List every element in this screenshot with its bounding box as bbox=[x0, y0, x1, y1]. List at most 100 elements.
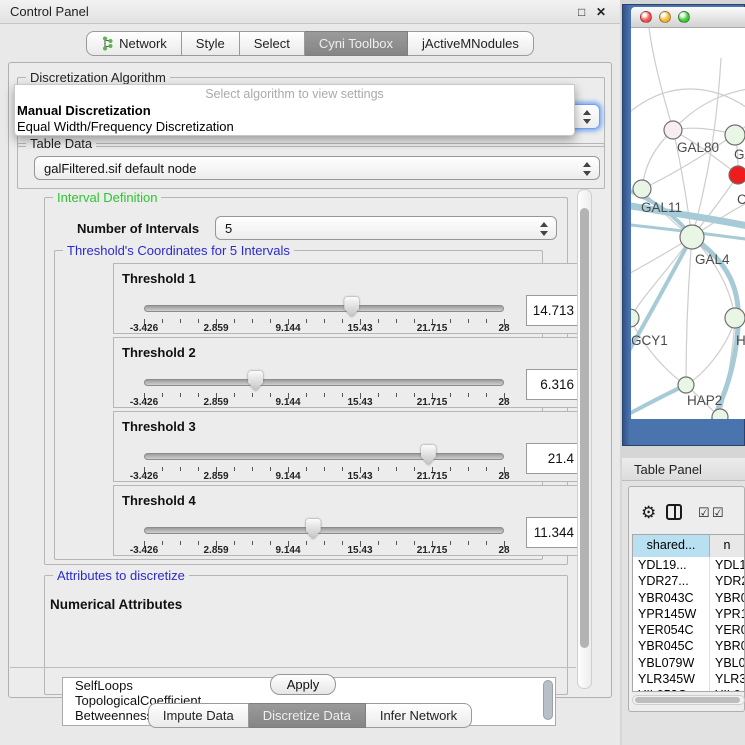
network-edge[interactable] bbox=[673, 88, 745, 130]
threshold-value-field[interactable]: 6.316 bbox=[526, 369, 580, 400]
slider-tick-label: 28 bbox=[479, 545, 529, 556]
tab-infer-network[interactable]: Infer Network bbox=[366, 703, 472, 728]
slider-tick-label: 21.715 bbox=[407, 323, 457, 334]
scrollbar-thumb[interactable] bbox=[635, 697, 740, 703]
slider-thumb[interactable] bbox=[248, 371, 263, 391]
table-row[interactable]: YLR345WYLR3 bbox=[633, 671, 744, 687]
mac-minimize-icon[interactable] bbox=[659, 11, 671, 23]
slider-tick bbox=[468, 319, 469, 323]
gear-icon[interactable]: ⚙ bbox=[641, 503, 656, 523]
table-row[interactable]: YDR27...YDR2 bbox=[633, 573, 744, 589]
slider-thumb[interactable] bbox=[306, 519, 321, 539]
table-row[interactable]: YDL19...YDL1 bbox=[633, 557, 744, 573]
table-row[interactable]: YBR045CYBR0 bbox=[633, 638, 744, 654]
apply-button[interactable]: Apply bbox=[270, 674, 336, 695]
control-panel: Control Panel □ ✕ NetworkStyleSelectCyni… bbox=[0, 0, 620, 745]
tab-style[interactable]: Style bbox=[182, 31, 240, 56]
node-label: HAP2 bbox=[687, 393, 722, 408]
slider-tick bbox=[324, 393, 325, 397]
mac-close-icon[interactable] bbox=[640, 11, 652, 23]
network-node[interactable] bbox=[678, 377, 694, 393]
main-vertical-scrollbar[interactable] bbox=[577, 189, 592, 689]
checkbox-icon[interactable]: ☑ bbox=[698, 505, 710, 521]
column-header-2[interactable]: n bbox=[710, 535, 744, 557]
num-intervals-combo[interactable]: 5 bbox=[215, 216, 557, 240]
slider-tick bbox=[252, 467, 253, 471]
network-node[interactable] bbox=[633, 180, 651, 198]
threshold-value-field[interactable]: 14.713 bbox=[526, 295, 580, 326]
tab-label: Select bbox=[254, 32, 290, 56]
slider-tick-label: 9.144 bbox=[263, 545, 313, 556]
table-data-combo[interactable]: galFiltered.sif default node bbox=[34, 156, 600, 180]
slider-track[interactable] bbox=[144, 379, 504, 386]
table-cell: YDR27... bbox=[633, 573, 710, 589]
slider-tick bbox=[324, 541, 325, 545]
node-label: H bbox=[736, 333, 745, 348]
slider-tick bbox=[252, 319, 253, 323]
slider-tick-label: -3.426 bbox=[119, 471, 169, 482]
table-row[interactable]: YER054CYER0 bbox=[633, 622, 744, 638]
threshold-panel-4: Threshold 4-3.4262.8599.14415.4321.71528… bbox=[113, 485, 590, 556]
scrollbar-thumb[interactable] bbox=[580, 208, 589, 648]
tab-label: Style bbox=[196, 32, 225, 56]
slider-tick-label: 21.715 bbox=[407, 545, 457, 556]
threshold-value-field[interactable]: 21.4 bbox=[526, 443, 580, 474]
apply-bar: Apply bbox=[10, 667, 576, 698]
table-row[interactable]: YIL052CYIL0 bbox=[633, 687, 744, 692]
table-horizontal-scrollbar[interactable] bbox=[632, 695, 745, 705]
slider-track[interactable] bbox=[144, 527, 504, 534]
network-edge[interactable] bbox=[631, 237, 692, 318]
table-cell: YIL0 bbox=[710, 687, 744, 692]
table-row[interactable]: YBR043CYBR0 bbox=[633, 590, 744, 606]
network-node[interactable] bbox=[631, 309, 639, 327]
table-row[interactable]: YPR145WYPR1 bbox=[633, 606, 744, 622]
node-table[interactable]: shared...n YDL19...YDL1YDR27...YDR2YBR04… bbox=[632, 534, 745, 692]
node-label: GCY1 bbox=[631, 333, 668, 348]
tab-discretize-data[interactable]: Discretize Data bbox=[249, 703, 366, 728]
slider-tick bbox=[468, 541, 469, 545]
slider-thumb[interactable] bbox=[421, 445, 436, 465]
tab-select[interactable]: Select bbox=[240, 31, 305, 56]
slider-thumb[interactable] bbox=[344, 297, 359, 317]
slider-track[interactable] bbox=[144, 305, 504, 312]
network-canvas[interactable]: GAL80GACGAL11GAL4GCY1HHAP2 bbox=[631, 28, 745, 419]
tab-jactivemnodules[interactable]: jActiveMNodules bbox=[408, 31, 534, 56]
table-cell: YBR043C bbox=[633, 590, 710, 606]
network-edge[interactable] bbox=[642, 130, 673, 189]
table-cell: YIL052C bbox=[633, 687, 710, 692]
slider-tick bbox=[468, 393, 469, 397]
dropdown-item-equal-width-frequency-discretization[interactable]: Equal Width/Frequency Discretization bbox=[15, 119, 574, 135]
threshold-panel-2: Threshold 2-3.4262.8599.14415.4321.71528… bbox=[113, 337, 590, 408]
network-edge[interactable] bbox=[649, 28, 673, 130]
network-node[interactable] bbox=[712, 409, 728, 419]
float-window-icon[interactable]: □ bbox=[578, 5, 585, 19]
network-edge[interactable] bbox=[686, 237, 692, 385]
mac-zoom-icon[interactable] bbox=[678, 11, 690, 23]
num-intervals-label: Number of Intervals bbox=[77, 221, 199, 236]
slider-tick-label: -3.426 bbox=[119, 323, 169, 334]
network-node[interactable] bbox=[725, 308, 745, 328]
slider-tick bbox=[252, 393, 253, 397]
threshold-value-field[interactable]: 11.344 bbox=[526, 517, 580, 548]
tab-network[interactable]: Network bbox=[86, 31, 182, 56]
dropdown-item-manual-discretization[interactable]: Manual Discretization bbox=[15, 103, 574, 119]
column-header-1[interactable]: shared... bbox=[633, 535, 710, 557]
table-row[interactable]: YBL079WYBL0 bbox=[633, 655, 744, 671]
close-panel-icon[interactable]: ✕ bbox=[596, 5, 606, 19]
slider-track[interactable] bbox=[144, 453, 504, 460]
network-node[interactable] bbox=[725, 125, 745, 145]
network-node[interactable] bbox=[664, 121, 682, 139]
tab-label: Impute Data bbox=[163, 704, 234, 728]
network-edge[interactable] bbox=[631, 318, 686, 385]
checkbox-icon[interactable]: ☑ bbox=[712, 505, 724, 521]
network-window-titlebar[interactable] bbox=[631, 7, 745, 28]
split-columns-icon[interactable] bbox=[666, 504, 682, 520]
algorithm-dropdown-popup: Select algorithm to view settings Manual… bbox=[14, 84, 575, 136]
network-icon bbox=[101, 36, 114, 51]
tab-cyni-toolbox[interactable]: Cyni Toolbox bbox=[305, 31, 408, 56]
tab-impute-data[interactable]: Impute Data bbox=[148, 703, 249, 728]
network-edge-highlight[interactable] bbox=[631, 385, 686, 418]
combo-spinner-icon bbox=[583, 161, 592, 177]
network-node[interactable] bbox=[729, 166, 745, 184]
network-node[interactable] bbox=[680, 225, 704, 249]
